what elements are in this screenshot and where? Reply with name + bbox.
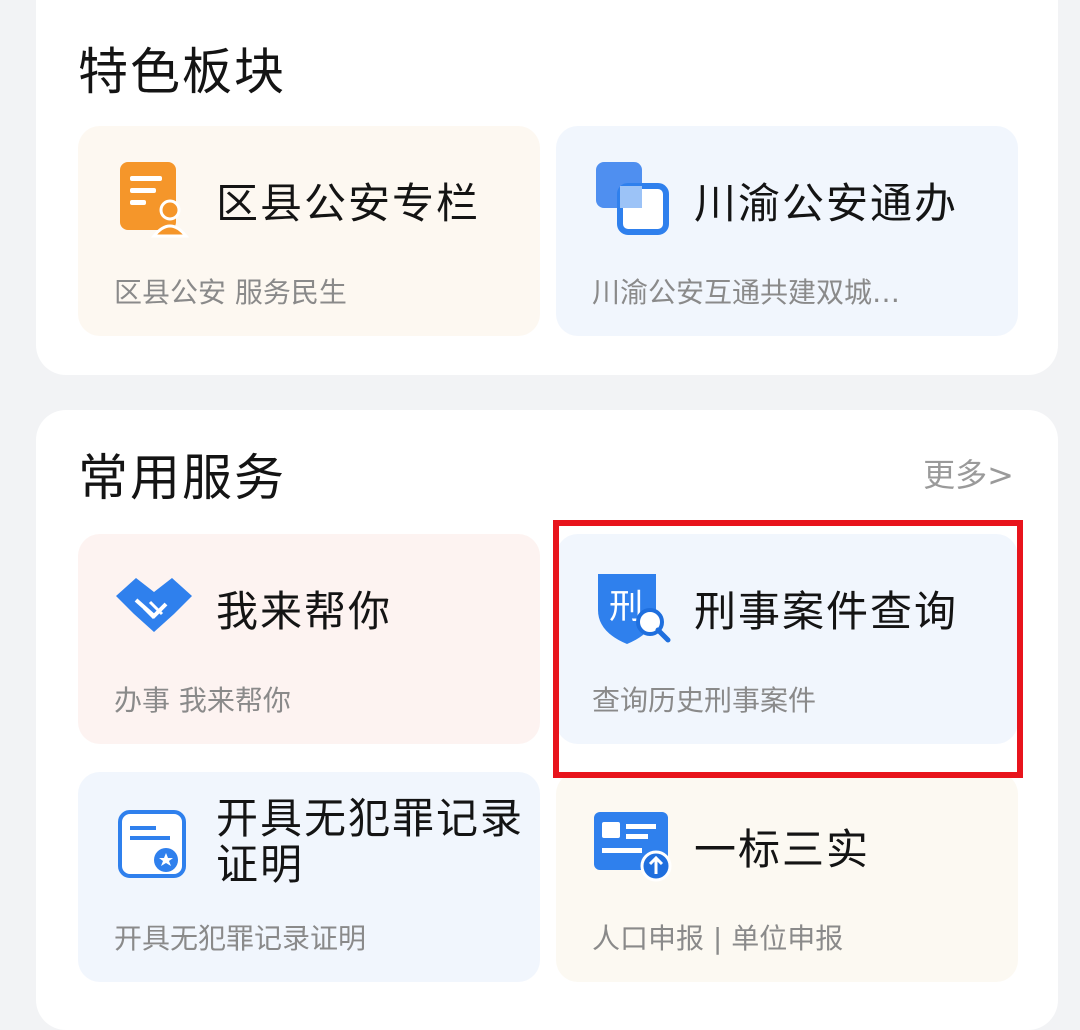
card-subtitle: 查询历史刑事案件 — [592, 684, 817, 717]
card-subtitle: 区县公安 服务民生 — [114, 276, 347, 309]
card-title: 开具无犯罪记录证明 — [216, 794, 525, 889]
card-yibiao-sanshi[interactable]: 一标三实 人口申报 | 单位申报 — [556, 772, 1018, 982]
common-services-section: 常用服务 更多> 我来帮你 办事 我来帮你 刑 刑事案件查询 查询历史刑事案件 — [36, 410, 1058, 1030]
id-card-upload-icon — [592, 804, 672, 884]
more-link[interactable]: 更多> — [923, 450, 1014, 496]
common-services-title: 常用服务 — [78, 449, 286, 507]
card-title: 刑事案件查询 — [694, 587, 959, 636]
overlapping-squares-icon — [592, 158, 672, 238]
card-subtitle: 办事 我来帮你 — [114, 684, 291, 717]
card-chuanyu-police[interactable]: 川渝公安通办 川渝公安互通共建双城… — [556, 126, 1018, 336]
card-no-criminal-record[interactable]: 开具无犯罪记录证明 开具无犯罪记录证明 — [78, 772, 540, 982]
certificate-icon — [114, 804, 194, 884]
card-district-police[interactable]: 区县公安专栏 区县公安 服务民生 — [78, 126, 540, 336]
card-subtitle: 川渝公安互通共建双城… — [592, 276, 901, 309]
card-help-you[interactable]: 我来帮你 办事 我来帮你 — [78, 534, 540, 744]
featured-section: 特色板块 区县公安专栏 区县公安 服务民生 川渝公安通办 川渝公安互通共建双城… — [36, 0, 1058, 375]
handshake-icon — [114, 566, 194, 646]
card-criminal-case-query[interactable]: 刑 刑事案件查询 查询历史刑事案件 — [556, 534, 1018, 744]
criminal-shield-search-icon: 刑 — [592, 566, 672, 646]
card-title: 川渝公安通办 — [694, 179, 959, 228]
card-title: 一标三实 — [694, 825, 871, 874]
card-subtitle: 人口申报 | 单位申报 — [592, 922, 844, 955]
card-subtitle: 开具无犯罪记录证明 — [114, 922, 367, 955]
card-title: 我来帮你 — [216, 587, 393, 636]
card-title: 区县公安专栏 — [216, 179, 481, 228]
district-police-document-icon — [114, 158, 194, 238]
featured-title: 特色板块 — [78, 43, 286, 101]
